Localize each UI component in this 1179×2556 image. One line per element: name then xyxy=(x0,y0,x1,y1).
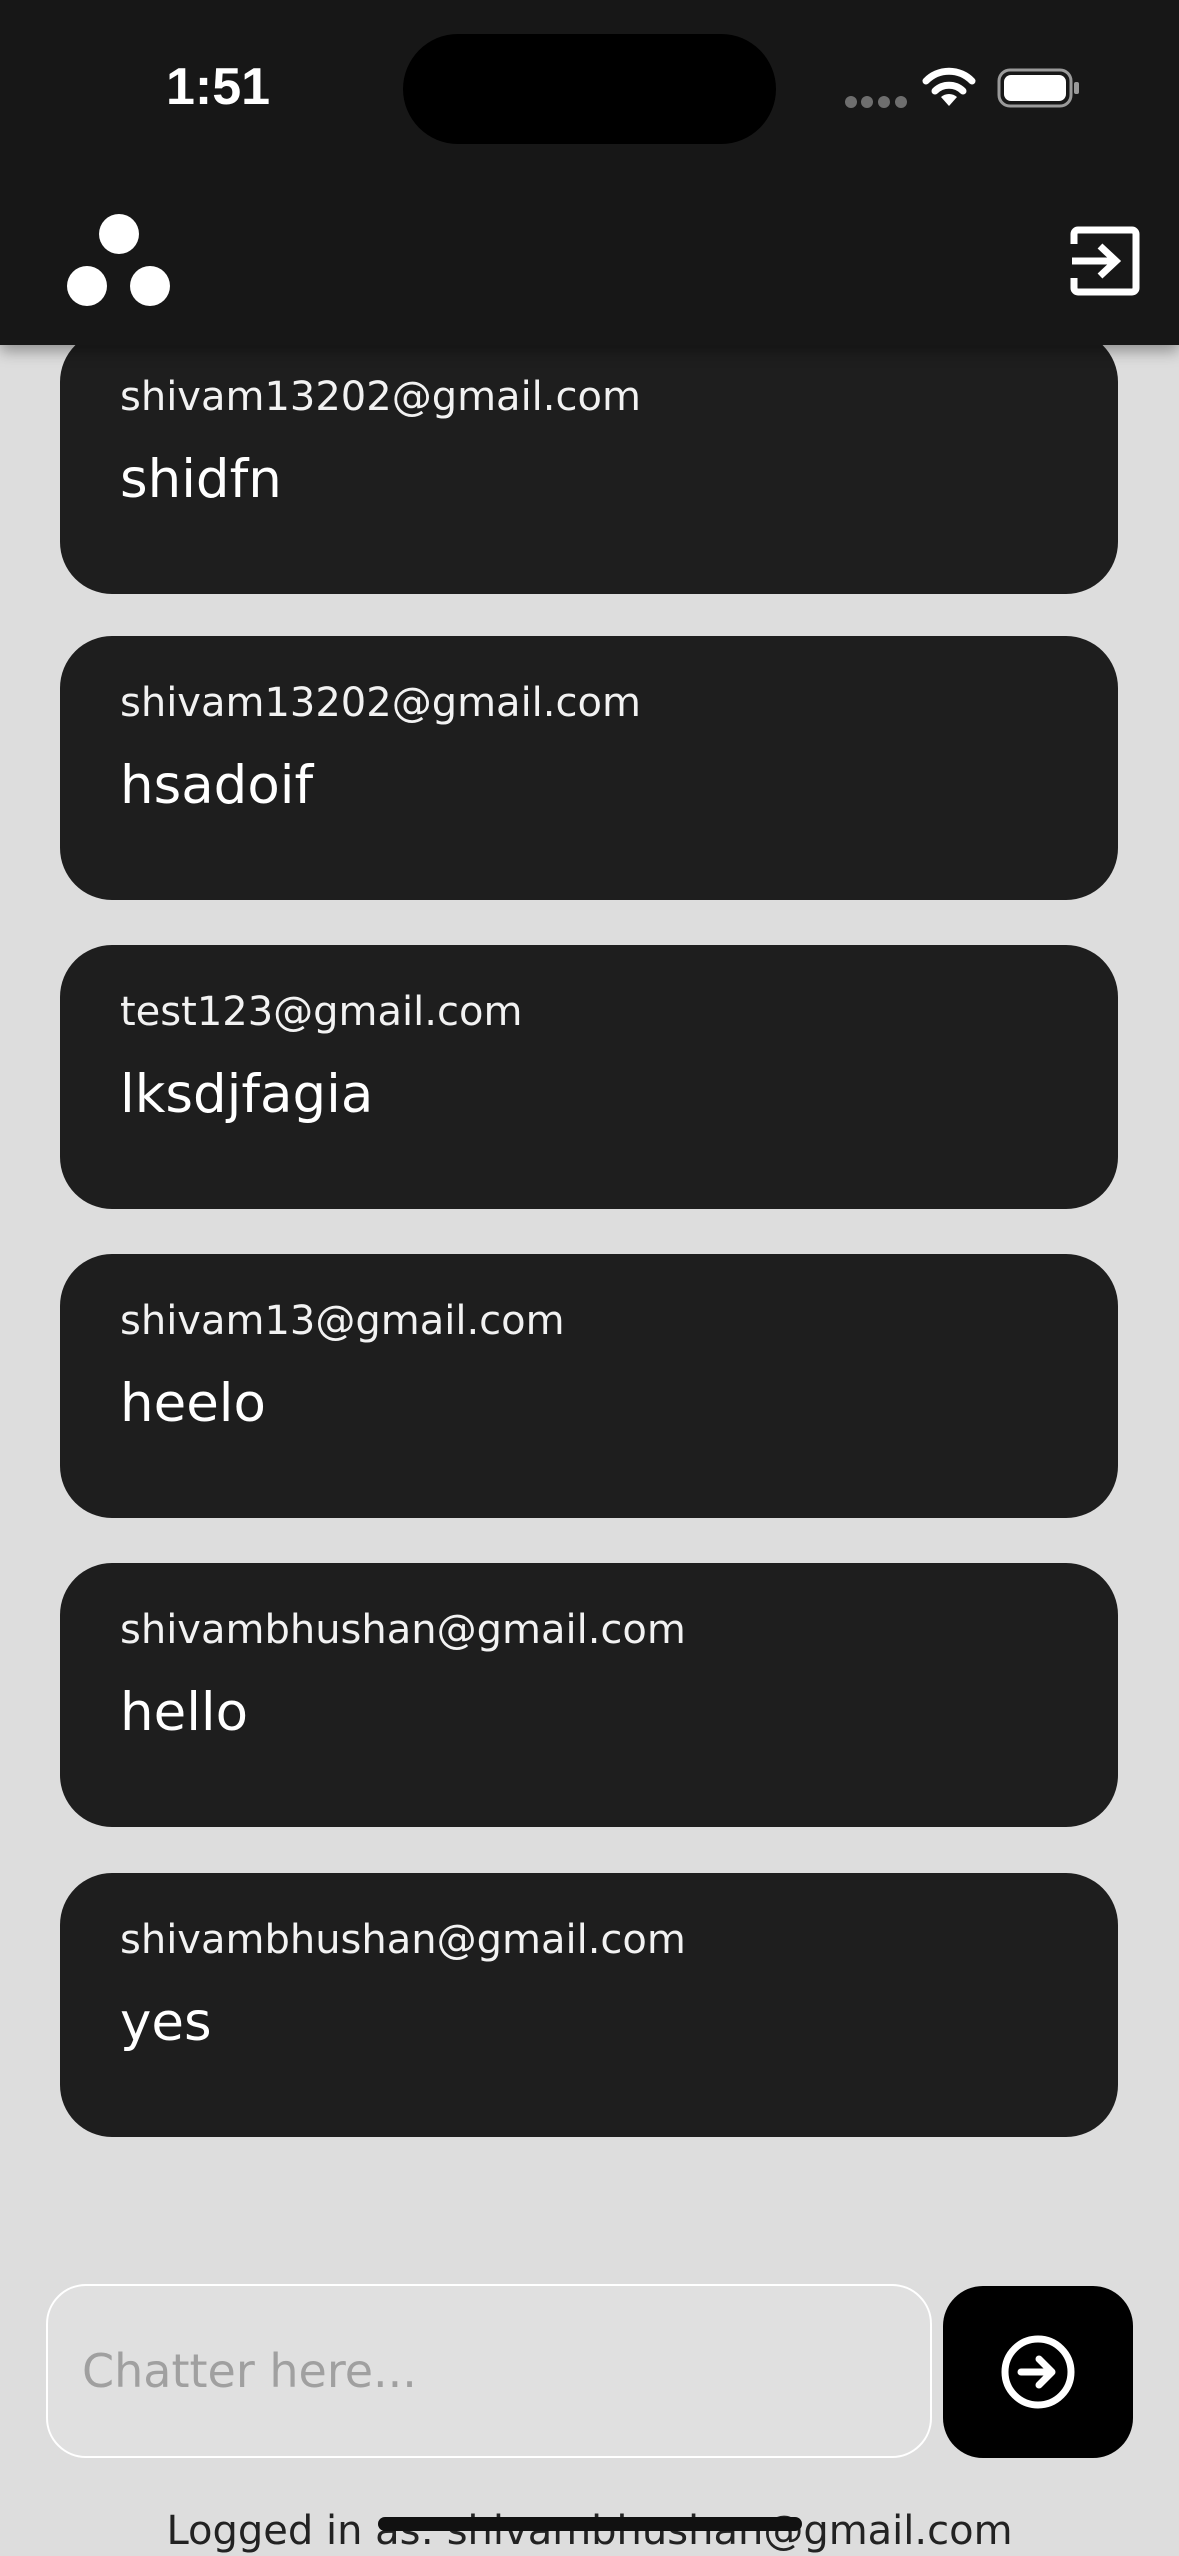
dynamic-island xyxy=(403,34,776,144)
message-text: shidfn xyxy=(120,449,282,510)
cellular-signal-icon xyxy=(845,96,907,108)
three-dots-logo-icon xyxy=(67,214,170,306)
message-text: heelo xyxy=(120,1373,266,1434)
message-text: lksdjfagia xyxy=(120,1064,374,1125)
message-bubble: shivambhushan@gmail.com yes xyxy=(60,1873,1118,2137)
send-button[interactable] xyxy=(943,2286,1133,2458)
home-indicator xyxy=(378,2517,802,2531)
wifi-icon xyxy=(922,67,976,106)
message-sender: test123@gmail.com xyxy=(120,989,523,1035)
message-text: hsadoif xyxy=(120,755,314,816)
status-time: 1:51 xyxy=(166,58,271,116)
logged-in-label: Logged in as: shivambhushan@gmail.com xyxy=(166,2508,1013,2554)
message-text: yes xyxy=(120,1992,212,2053)
message-text: hello xyxy=(120,1682,249,1743)
arrow-right-circle-icon xyxy=(1001,2335,1075,2409)
message-sender: shivambhushan@gmail.com xyxy=(120,1917,686,1963)
message-sender: shivambhushan@gmail.com xyxy=(120,1607,686,1653)
chat-input[interactable] xyxy=(46,2284,932,2458)
message-bubble: shivambhushan@gmail.com hello xyxy=(60,1563,1118,1827)
app-header: 1:51 xyxy=(0,0,1179,345)
logout-icon[interactable] xyxy=(1068,226,1142,296)
message-bubble: shivam13@gmail.com heelo xyxy=(60,1254,1118,1518)
message-sender: shivam13202@gmail.com xyxy=(120,680,641,726)
message-bubble: test123@gmail.com lksdjfagia xyxy=(60,945,1118,1209)
message-sender: shivam13202@gmail.com xyxy=(120,374,641,420)
message-sender: shivam13@gmail.com xyxy=(120,1298,565,1344)
battery-icon xyxy=(997,68,1079,108)
message-bubble: shivam13202@gmail.com shidfn xyxy=(60,330,1118,594)
message-bubble: shivam13202@gmail.com hsadoif xyxy=(60,636,1118,900)
